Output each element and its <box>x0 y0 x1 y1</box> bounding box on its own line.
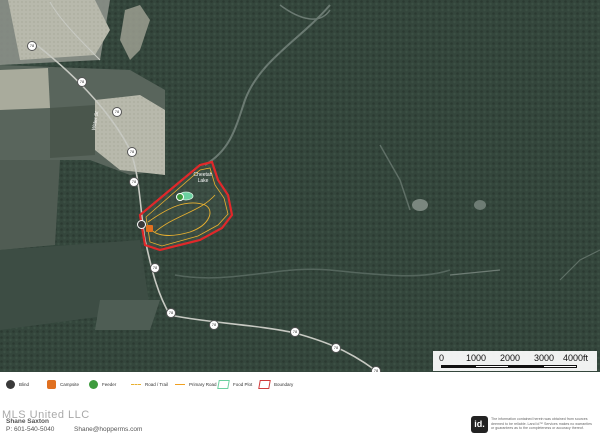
food-plot-legend-icon <box>217 379 230 389</box>
route-marker: 78 <box>166 308 176 318</box>
map-imagery <box>0 0 600 372</box>
scale-label: 1000 <box>466 353 487 363</box>
feeder-legend-icon <box>89 379 98 389</box>
route-marker: 78 <box>112 107 122 117</box>
legend-item-road-trail: Road / Trail <box>131 379 168 389</box>
legend-item-feeder: Feeder <box>89 379 116 389</box>
blind-icon[interactable] <box>137 220 146 229</box>
route-marker: 78 <box>371 366 381 372</box>
route-marker: 78 <box>290 327 300 337</box>
blind-legend-icon <box>6 379 15 389</box>
primary-road-legend-icon <box>175 383 185 385</box>
route-marker: 78 <box>127 147 137 157</box>
route-marker: 78 <box>129 177 139 187</box>
disclaimer-text: The information contained herein was obt… <box>491 417 592 430</box>
mls-watermark: MLS United LLC <box>2 409 90 421</box>
boundary-legend-icon <box>258 379 271 389</box>
scale-label: 3000 <box>534 353 555 363</box>
scale-label: 4000ft <box>563 353 589 363</box>
lake-label: Cheetah Lake <box>193 172 213 184</box>
legend-item-boundary: Boundary <box>258 379 293 389</box>
legend-item-primary-road: Primary Road <box>175 379 217 389</box>
landid-logo: id. <box>471 416 488 433</box>
route-marker: 78 <box>77 77 87 87</box>
route-marker: 78 <box>27 41 37 51</box>
scale-label: 2000 <box>500 353 521 363</box>
legend-item-food-plot: Food Plot <box>217 379 252 389</box>
campsite-icon[interactable] <box>146 225 153 232</box>
campsite-legend-icon <box>47 379 56 389</box>
scale-bar: 0 1000 2000 3000 4000ft <box>433 351 597 371</box>
map-legend: Blind Campsite Feeder Road / Trail Prima… <box>0 373 600 395</box>
scale-label: 0 <box>439 353 445 363</box>
satellite-map[interactable]: 78 78 78 78 78 78 78 78 78 78 78 Water S… <box>0 0 600 372</box>
feeder-icon[interactable] <box>176 193 184 201</box>
road-trail-legend-icon <box>131 383 141 385</box>
route-marker: 78 <box>331 343 341 353</box>
legend-item-blind: Blind <box>6 379 29 389</box>
legend-item-campsite: Campsite <box>47 379 79 389</box>
agent-email[interactable]: Shane@hopperms.com <box>74 426 142 433</box>
route-marker: 78 <box>209 320 219 330</box>
agent-phone[interactable]: P: 601-540-5040 <box>6 426 54 433</box>
route-marker: 78 <box>150 263 160 273</box>
